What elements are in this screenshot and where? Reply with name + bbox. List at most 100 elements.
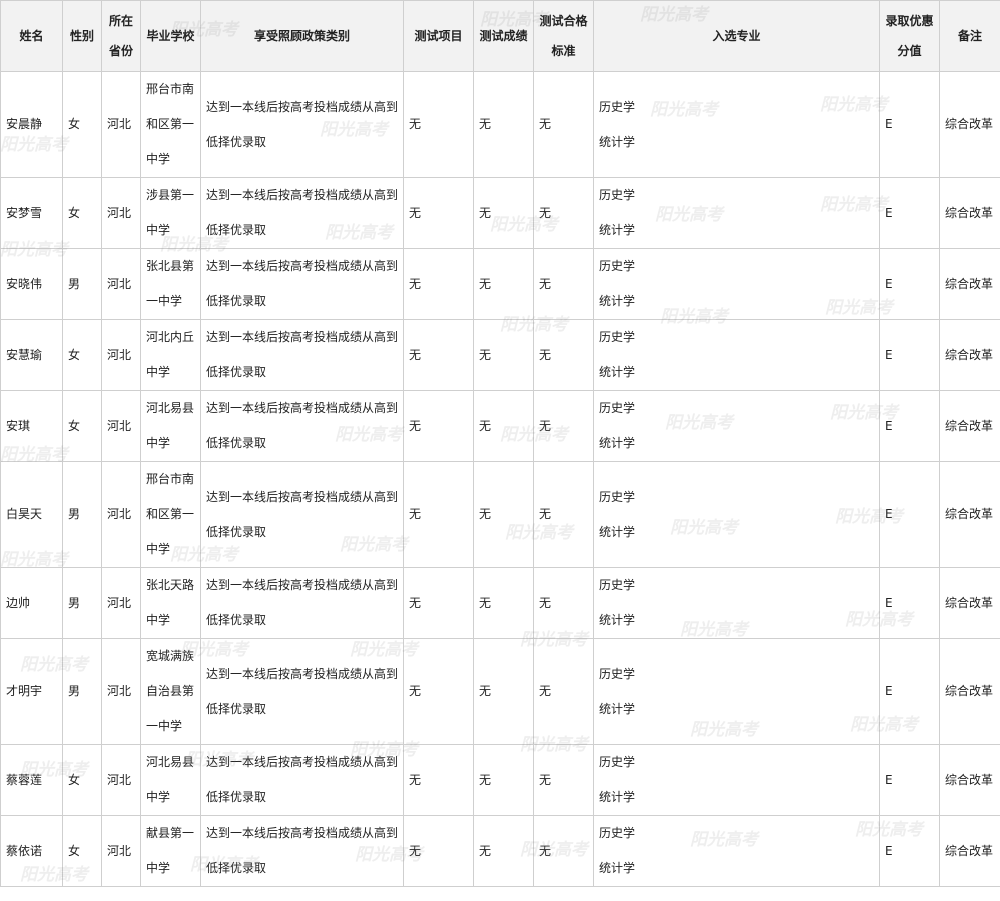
cell-province: 河北 xyxy=(101,815,141,887)
cell-test-standard: 无 xyxy=(533,71,594,178)
cell-test-standard: 无 xyxy=(533,390,594,462)
header-test-standard: 测试合格标准 xyxy=(533,0,594,72)
cell-test-standard: 无 xyxy=(533,319,594,391)
major-item: 统计学 xyxy=(599,701,636,716)
major-item: 统计学 xyxy=(599,790,636,804)
cell-test-standard: 无 xyxy=(533,461,594,568)
cell-school: 涉县第一中学 xyxy=(140,177,201,249)
cell-test-item: 无 xyxy=(403,638,474,745)
cell-name: 蔡依诺 xyxy=(0,815,63,887)
cell-test-score: 无 xyxy=(473,638,534,745)
table-row: 安慧瑜女河北 河北内丘中学 达到一本线后按高考投档成绩从高到低择优录取无无无历史学统… xyxy=(0,319,1000,391)
cell-test-item: 无 xyxy=(403,744,474,816)
cell-test-score: 无 xyxy=(473,248,534,320)
header-remark: 备注 xyxy=(939,0,1000,72)
cell-remark: 综合改革 xyxy=(939,461,1000,568)
cell-test-item: 无 xyxy=(403,248,474,320)
cell-remark: 综合改革 xyxy=(939,248,1000,320)
cell-gender: 男 xyxy=(62,567,102,639)
cell-major: 历史学 统计学 xyxy=(593,390,880,462)
major-item: 历史学 xyxy=(599,666,636,681)
cell-test-item: 无 xyxy=(403,461,474,568)
cell-policy: 达到一本线后按高考投档成绩从高到低择优录取 xyxy=(200,815,404,887)
header-test-item: 测试项目 xyxy=(403,0,474,72)
cell-test-score: 无 xyxy=(473,744,534,816)
cell-major: 历史学 统计学 xyxy=(593,461,880,568)
cell-gender: 男 xyxy=(62,248,102,320)
cell-name: 安梦雪 xyxy=(0,177,63,249)
table-row: 安晨静女河北 邢台市南和区第一中学 达到一本线后按高考投档成绩从高到低择优录取无无无… xyxy=(0,71,1000,178)
major-item: 历史学 xyxy=(599,578,636,592)
table-body: 安晨静女河北 邢台市南和区第一中学 达到一本线后按高考投档成绩从高到低择优录取无无无… xyxy=(0,71,1000,887)
cell-major: 历史学 统计学 xyxy=(593,638,880,745)
cell-school: 河北易县中学 xyxy=(140,744,201,816)
cell-name: 边帅 xyxy=(0,567,63,639)
cell-school: 宽城满族自治县第一中学 xyxy=(140,638,201,745)
cell-policy: 达到一本线后按高考投档成绩从高到低择优录取 xyxy=(200,390,404,462)
cell-gender: 女 xyxy=(62,319,102,391)
cell-test-item: 无 xyxy=(403,319,474,391)
major-item: 统计学 xyxy=(599,223,636,237)
cell-test-item: 无 xyxy=(403,71,474,178)
cell-bonus: E xyxy=(879,319,940,391)
table-row: 安晓伟男河北 张北县第一中学 达到一本线后按高考投档成绩从高到低择优录取无无无历史学… xyxy=(0,248,1000,320)
cell-major: 历史学 统计学 xyxy=(593,71,880,178)
cell-test-score: 无 xyxy=(473,390,534,462)
major-item: 统计学 xyxy=(599,134,636,149)
cell-policy: 达到一本线后按高考投档成绩从高到低择优录取 xyxy=(200,461,404,568)
cell-gender: 男 xyxy=(62,461,102,568)
cell-test-standard: 无 xyxy=(533,744,594,816)
cell-gender: 女 xyxy=(62,177,102,249)
major-item: 历史学 xyxy=(599,826,636,840)
cell-bonus: E xyxy=(879,744,940,816)
cell-test-score: 无 xyxy=(473,815,534,887)
admission-table: 姓名 性别 所在省份 毕业学校 享受照顾政策类别 测试项目 测试成绩 测试合格标… xyxy=(0,0,1000,887)
cell-gender: 女 xyxy=(62,390,102,462)
cell-school: 张北县第一中学 xyxy=(140,248,201,320)
cell-province: 河北 xyxy=(101,461,141,568)
cell-bonus: E xyxy=(879,461,940,568)
cell-policy: 达到一本线后按高考投档成绩从高到低择优录取 xyxy=(200,71,404,178)
table-row: 蔡蓉莲女河北 河北易县中学 达到一本线后按高考投档成绩从高到低择优录取无无无历史学统… xyxy=(0,744,1000,816)
cell-remark: 综合改革 xyxy=(939,567,1000,639)
cell-name: 安慧瑜 xyxy=(0,319,63,391)
cell-test-standard: 无 xyxy=(533,177,594,249)
cell-test-score: 无 xyxy=(473,71,534,178)
cell-school: 邢台市南和区第一中学 xyxy=(140,71,201,178)
cell-name: 安晨静 xyxy=(0,71,63,178)
cell-remark: 综合改革 xyxy=(939,638,1000,745)
cell-province: 河北 xyxy=(101,567,141,639)
cell-name: 才明宇 xyxy=(0,638,63,745)
cell-gender: 女 xyxy=(62,815,102,887)
major-item: 统计学 xyxy=(599,613,636,627)
cell-bonus: E xyxy=(879,390,940,462)
cell-test-item: 无 xyxy=(403,815,474,887)
table-row: 边帅男河北 张北天路中学 达到一本线后按高考投档成绩从高到低择优录取无无无历史学 统计… xyxy=(0,567,1000,639)
cell-gender: 男 xyxy=(62,638,102,745)
cell-test-score: 无 xyxy=(473,177,534,249)
header-name: 姓名 xyxy=(0,0,63,72)
major-item: 历史学 xyxy=(599,489,636,504)
cell-remark: 综合改革 xyxy=(939,815,1000,887)
major-item: 历史学 xyxy=(599,401,636,415)
major-item: 历史学 xyxy=(599,259,636,273)
table-row: 才明宇男河北 宽城满族自治县第一中学 达到一本线后按高考投档成绩从高到低择优录取无无… xyxy=(0,638,1000,745)
cell-major: 历史学 统计学 xyxy=(593,319,880,391)
cell-remark: 综合改革 xyxy=(939,71,1000,178)
major-item: 历史学 xyxy=(599,330,636,344)
cell-test-score: 无 xyxy=(473,319,534,391)
header-province: 所在省份 xyxy=(101,0,141,72)
cell-remark: 综合改革 xyxy=(939,390,1000,462)
cell-test-score: 无 xyxy=(473,461,534,568)
major-item: 历史学 xyxy=(599,755,636,769)
header-policy: 享受照顾政策类别 xyxy=(200,0,404,72)
cell-test-score: 无 xyxy=(473,567,534,639)
cell-policy: 达到一本线后按高考投档成绩从高到低择优录取 xyxy=(200,638,404,745)
cell-province: 河北 xyxy=(101,638,141,745)
cell-test-standard: 无 xyxy=(533,638,594,745)
cell-major: 历史学 统计学 xyxy=(593,177,880,249)
cell-name: 安琪 xyxy=(0,390,63,462)
major-item: 统计学 xyxy=(599,365,636,379)
major-item: 历史学 xyxy=(599,188,636,202)
cell-school: 张北天路中学 xyxy=(140,567,201,639)
